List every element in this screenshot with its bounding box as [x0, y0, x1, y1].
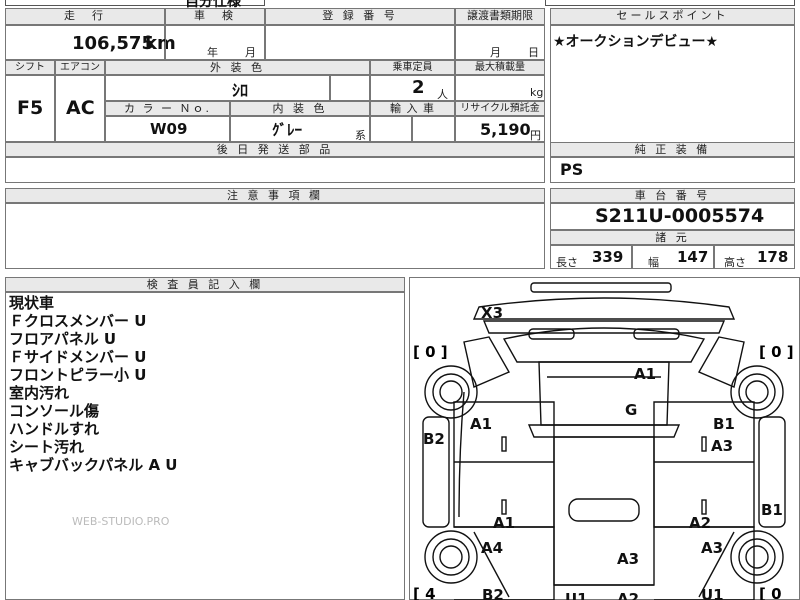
mark-b2-left: B2 — [423, 430, 445, 448]
mark-a3-right: A3 — [711, 437, 733, 455]
specs-height-label: 高さ — [724, 256, 746, 269]
mark-b1-right: B1 — [713, 415, 735, 433]
inspection-month: 月 — [245, 46, 256, 59]
exterior-color-value: ｼﾛ — [232, 81, 249, 100]
exterior-color-label: 外 装 色 — [105, 60, 370, 75]
inspector-line: 室内汚れ — [9, 384, 70, 402]
capacity-unit: 人 — [437, 88, 448, 101]
mark-b1-far-right: B1 — [761, 501, 783, 519]
specs-label: 諸 元 — [550, 230, 795, 245]
tire-fl-label: [ 0 ] — [413, 343, 448, 361]
specs-height-value: 178 — [757, 248, 789, 266]
interior-color-suffix: 系 — [355, 129, 366, 142]
mileage-value: 106,575 — [72, 33, 154, 54]
inspector-line: コンソール傷 — [9, 402, 100, 420]
color-no-label: カ ラ ー Ｎｏ. — [105, 101, 230, 116]
sales-point-text: ★オークションデビュー★ — [553, 34, 719, 50]
inspection-label: 車 検 — [165, 8, 265, 25]
mark-u1-a: U1 — [565, 590, 588, 600]
color-no-value: W09 — [150, 120, 188, 138]
mark-a1-bottom: A1 — [493, 514, 515, 532]
mark-a3-rear-right: A3 — [701, 539, 723, 557]
equipment-label: 純 正 装 備 — [550, 142, 795, 157]
tire-rl-label: [ 4 — [413, 585, 436, 600]
capacity-value: 2 — [412, 77, 425, 98]
mark-u1-b: U1 — [701, 586, 724, 600]
mark-a2-bottom: A2 — [689, 514, 711, 532]
inspector-line: シート汚れ — [9, 438, 85, 456]
equipment-value: PS — [560, 160, 584, 179]
import-cell-a — [370, 116, 412, 142]
capacity-label: 乗車定員 — [370, 60, 455, 75]
notes-cell — [5, 203, 545, 269]
max-load-label: 最大積載量 — [455, 60, 545, 75]
mileage-label: 走 行 — [5, 8, 165, 25]
mark-g: G — [625, 401, 637, 419]
mark-x3: X3 — [481, 304, 503, 322]
inspector-line: Ｆサイドメンバー U — [9, 348, 147, 366]
inspector-line: ハンドルすれ — [9, 420, 100, 438]
aircon-label: エアコン — [55, 60, 105, 75]
top-strip-right — [545, 0, 795, 6]
transfer-month: 月 — [490, 46, 501, 59]
later-parts-cell — [5, 157, 545, 183]
notes-label: 注 意 事 項 欄 — [5, 188, 545, 203]
watermark: WEB-STUDIO.PRO — [72, 515, 170, 528]
recycle-unit: 円 — [530, 129, 541, 142]
interior-color-label: 内 装 色 — [230, 101, 370, 116]
inspection-year: 年 — [207, 46, 218, 59]
inspector-line: キャブバックパネル A U — [9, 456, 178, 474]
chassis-label: 車 台 番 号 — [550, 188, 795, 203]
recycle-label: リサイクル預託金 — [455, 101, 545, 116]
sales-point-label: セールスポイント — [550, 8, 795, 25]
inspector-line: Ｆクロスメンバー U — [9, 312, 147, 330]
tire-fr-label: [ 0 ] — [759, 343, 794, 361]
inspector-line: フロントピラー小 U — [9, 366, 147, 384]
later-parts-label: 後 日 発 送 部 品 — [5, 142, 545, 157]
inspector-line: 現状車 — [9, 294, 55, 312]
specs-width-value: 147 — [677, 248, 709, 266]
tire-rr-label: [ 0 — [759, 585, 782, 600]
transfer-label: 譲渡書類期限 — [455, 8, 545, 25]
registration-label: 登 録 番 号 — [265, 8, 455, 25]
mark-a1-left: A1 — [470, 415, 492, 433]
import-label: 輸 入 車 — [370, 101, 455, 116]
mark-a3-center: A3 — [617, 550, 639, 568]
specs-length-value: 339 — [592, 248, 624, 266]
interior-color-value: ｸﾞﾚｰ — [272, 121, 303, 139]
mark-b2-rear: B2 — [482, 586, 504, 600]
recycle-value: 5,190 — [480, 120, 531, 139]
specs-width-label: 幅 — [648, 256, 659, 269]
shift-value: F5 — [17, 97, 44, 119]
mark-a1-roof: A1 — [634, 365, 656, 383]
inspector-line: フロアパネル U — [9, 330, 117, 348]
aircon-value: AC — [66, 97, 95, 119]
specs-length-label: 長さ — [556, 256, 578, 269]
max-load-unit: kg — [530, 86, 544, 99]
registration-cell — [265, 25, 455, 60]
mark-a4: A4 — [481, 539, 503, 557]
import-cell-b — [412, 116, 455, 142]
equipment-cell — [550, 157, 795, 183]
chassis-value: S211U-0005574 — [595, 205, 765, 227]
transfer-day: 日 — [528, 46, 539, 59]
mark-a2-rear: A2 — [617, 590, 639, 600]
inspector-notes: 現状車 Ｆクロスメンバー U フロアパネル U Ｆサイドメンバー U フロントピ… — [9, 294, 177, 474]
vehicle-diagram: [ 0 ] [ 0 ] [ 4 [ 0 X3 A1 G A1 B2 B1 A3 … — [413, 282, 794, 600]
inspector-label: 検 査 員 記 入 欄 — [5, 277, 405, 292]
exterior-color-cell — [105, 75, 330, 101]
shift-label: シフト — [5, 60, 55, 75]
exterior-color-extra — [330, 75, 370, 101]
